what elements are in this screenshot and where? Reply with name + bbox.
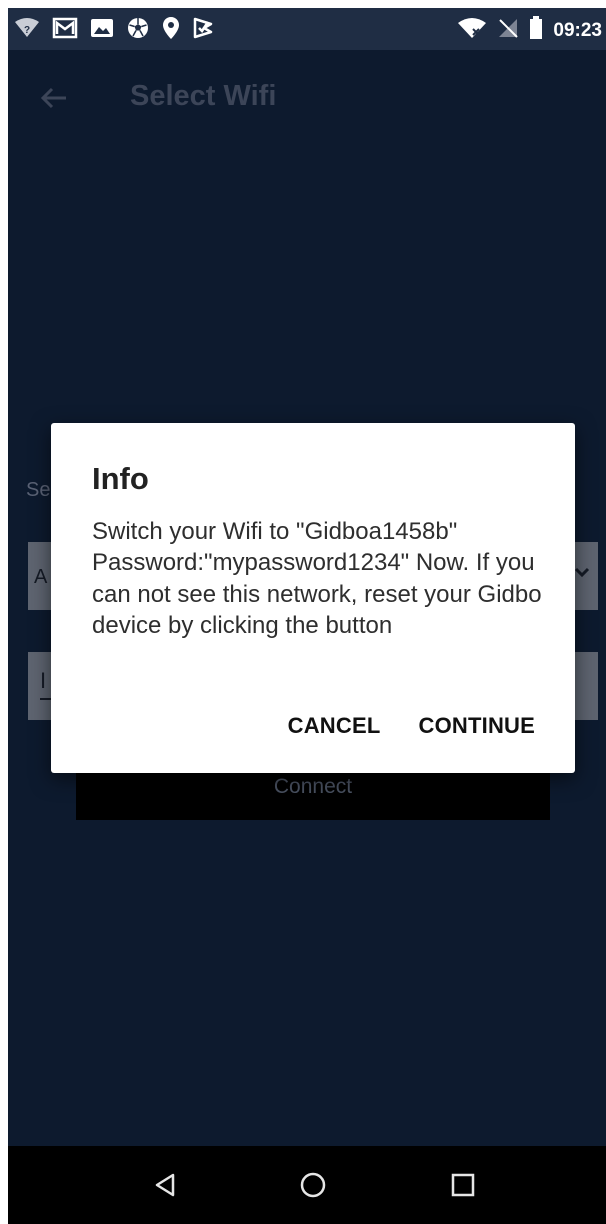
network-section-label: Se xyxy=(26,479,51,501)
dialog-message: Switch your Wifi to "Gidboa1458b" Passwo… xyxy=(92,518,542,640)
no-sim-icon xyxy=(497,17,519,44)
wifi-password-value: I xyxy=(40,668,47,693)
gmail-icon xyxy=(52,16,78,45)
location-pin-icon xyxy=(162,16,180,45)
notification-icons: ? xyxy=(14,16,214,45)
phone-screen: ? 09:23 Select Wifi Se A I Connect Info … xyxy=(0,0,606,1224)
wifi-network-value: A xyxy=(34,566,48,588)
svg-text:?: ? xyxy=(24,25,30,36)
image-icon xyxy=(90,17,114,44)
system-status: 09:23 xyxy=(457,16,602,45)
status-bar: ? 09:23 xyxy=(8,8,606,50)
continue-button[interactable]: CONTINUE xyxy=(419,713,536,739)
dialog-actions: CANCEL CONTINUE xyxy=(288,713,535,739)
app-bar: Select Wifi xyxy=(8,50,606,150)
soccer-ball-icon xyxy=(126,16,150,45)
chevron-down-icon xyxy=(574,564,590,580)
back-arrow-icon[interactable] xyxy=(38,82,70,114)
dialog-title: Info xyxy=(92,461,149,496)
battery-icon xyxy=(529,16,543,45)
wifi-off-icon xyxy=(457,17,487,44)
cancel-button[interactable]: CANCEL xyxy=(288,713,381,739)
info-dialog: Info Switch your Wifi to "Gidboa1458b" P… xyxy=(51,423,575,773)
check-shield-icon xyxy=(192,16,214,45)
recents-square-icon[interactable] xyxy=(444,1166,482,1204)
home-circle-icon[interactable] xyxy=(294,1166,332,1204)
status-time: 09:23 xyxy=(553,19,602,41)
wifi-question-icon: ? xyxy=(14,17,40,44)
back-triangle-icon[interactable] xyxy=(146,1166,184,1204)
navigation-bar xyxy=(8,1146,606,1224)
page-title: Select Wifi xyxy=(130,80,277,112)
